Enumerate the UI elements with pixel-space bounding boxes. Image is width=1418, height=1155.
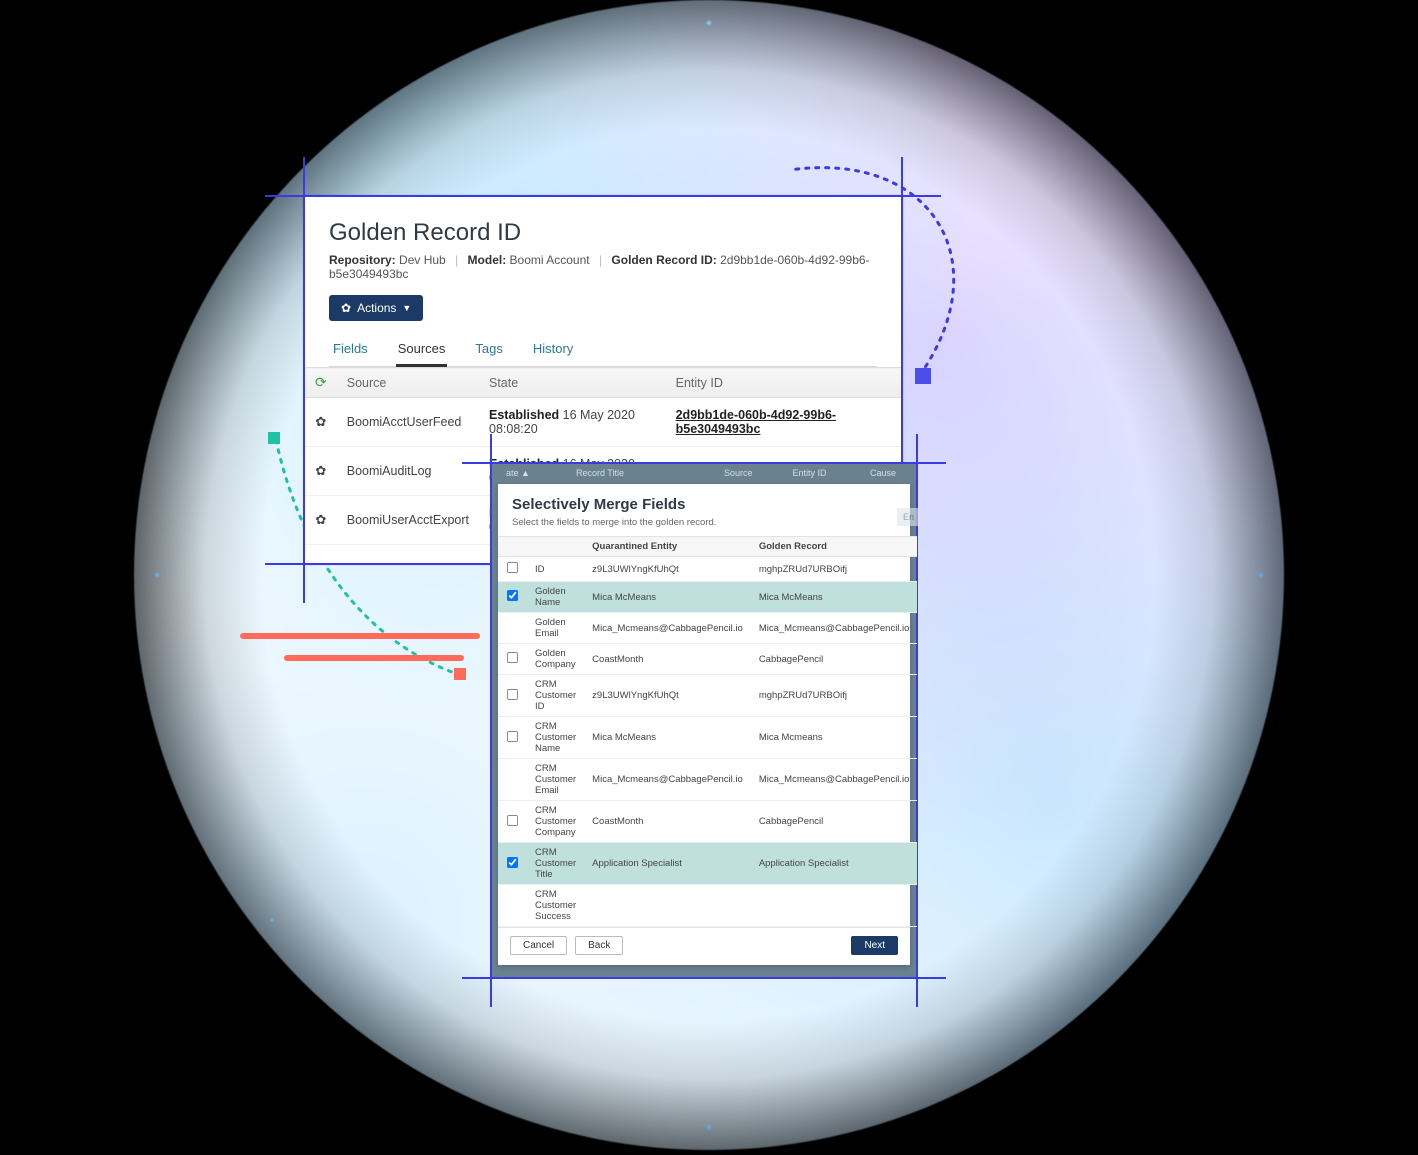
tab-fields[interactable]: Fields: [331, 335, 370, 366]
modal-footer: Cancel Back Next: [498, 927, 910, 965]
bg-entity-fragment: En: [897, 508, 920, 526]
model-value: Boomi Account: [510, 253, 590, 267]
cell-field-label: ID: [527, 557, 584, 582]
cell-source: BoomiUserAcctExport: [337, 496, 479, 545]
actions-label: Actions: [357, 301, 396, 315]
entity-id-link[interactable]: 2d9bb1de-060b-4d92-99b6-b5e3049493bc: [676, 408, 836, 436]
merge-row: Golden EmailMica_Mcmeans@CabbagePencil.i…: [498, 613, 917, 644]
merge-table: Quarantined Entity Golden Record IDz9L3U…: [498, 536, 917, 927]
cell-quarantined: Mica McMeans: [584, 717, 751, 759]
tab-tags[interactable]: Tags: [473, 335, 504, 366]
repo-value: Dev Hub: [399, 253, 446, 267]
cell-golden-record: Mica_Mcmeans@CabbagePencil.io: [751, 613, 918, 644]
tab-sources[interactable]: Sources: [396, 335, 448, 367]
merge-row: Golden NameMica McMeansMica McMeans: [498, 582, 917, 613]
caret-down-icon: ▼: [402, 303, 411, 313]
row-gear-icon[interactable]: ✿: [315, 512, 326, 527]
merge-row: CRM Customer TitleApplication Specialist…: [498, 843, 917, 885]
merge-checkbox[interactable]: [507, 688, 518, 699]
cell-field-label: CRM Customer ID: [527, 675, 584, 717]
cell-golden-record: mghpZRUd7URBOifj: [751, 675, 918, 717]
cancel-button[interactable]: Cancel: [510, 936, 567, 955]
next-button[interactable]: Next: [851, 936, 898, 955]
cell-quarantined: CoastMonth: [584, 801, 751, 843]
cell-field-label: Golden Email: [527, 613, 584, 644]
col-field: [527, 537, 584, 557]
accent-line-1: [240, 633, 480, 639]
cell-quarantined: CoastMonth: [584, 644, 751, 675]
back-button[interactable]: Back: [575, 936, 623, 955]
merge-checkbox[interactable]: [507, 730, 518, 741]
merge-checkbox[interactable]: [507, 590, 518, 601]
merge-checkbox[interactable]: [507, 814, 518, 825]
cell-quarantined: Application Specialist: [584, 843, 751, 885]
marker-coral: [454, 668, 466, 680]
cell-quarantined: Mica McMeans: [584, 582, 751, 613]
refresh-icon[interactable]: ⟳: [315, 374, 327, 390]
cell-field-label: CRM Customer Success: [527, 885, 584, 927]
cell-quarantined: z9L3UWlYngKfUhQt: [584, 675, 751, 717]
cell-golden-record: Mica McMeans: [751, 582, 918, 613]
cell-state: Established 16 May 2020 08:08:20: [479, 398, 666, 447]
merge-row: IDz9L3UWlYngKfUhQtmghpZRUd7URBOifj: [498, 557, 917, 582]
accent-line-2: [284, 655, 464, 661]
cell-quarantined: Mica_Mcmeans@CabbagePencil.io: [584, 613, 751, 644]
marker-blue: [915, 368, 931, 384]
cell-golden-record: Application Specialist: [751, 843, 918, 885]
merge-row: CRM Customer EmailMica_Mcmeans@CabbagePe…: [498, 759, 917, 801]
cell-field-label: CRM Customer Title: [527, 843, 584, 885]
merge-checkbox[interactable]: [507, 856, 518, 867]
cell-field-label: CRM Customer Email: [527, 759, 584, 801]
cell-entity-id: 2d9bb1de-060b-4d92-99b6-b5e3049493bc: [666, 398, 901, 447]
tab-bar: Fields Sources Tags History: [329, 335, 877, 367]
cell-quarantined: z9L3UWlYngKfUhQt: [584, 557, 751, 582]
tab-history[interactable]: History: [531, 335, 575, 366]
cell-golden-record: CabbagePencil: [751, 644, 918, 675]
cell-field-label: CRM Customer Name: [527, 717, 584, 759]
merge-row: CRM Customer Success: [498, 885, 917, 927]
merge-row: CRM Customer IDz9L3UWlYngKfUhQtmghpZRUd7…: [498, 675, 917, 717]
metadata-bar: Repository: Dev Hub | Model: Boomi Accou…: [329, 253, 877, 281]
cell-source: BoomiAcctUserFeed: [337, 398, 479, 447]
modal-title: Selectively Merge Fields: [498, 484, 910, 517]
merge-row: CRM Customer CompanyCoastMonthCabbagePen…: [498, 801, 917, 843]
cell-quarantined: [584, 885, 751, 927]
marker-teal: [268, 432, 280, 444]
col-checkbox: [498, 537, 527, 557]
col-golden-record: Golden Record: [751, 537, 918, 557]
merge-checkbox[interactable]: [507, 562, 518, 573]
grid-label: Golden Record ID:: [611, 253, 716, 267]
cell-golden-record: Mica Mcmeans: [751, 717, 918, 759]
row-gear-icon[interactable]: ✿: [315, 414, 326, 429]
col-state: State: [479, 368, 666, 398]
col-source: Source: [337, 368, 479, 398]
merge-checkbox[interactable]: [507, 652, 518, 663]
cell-golden-record: mghpZRUd7URBOifj: [751, 557, 918, 582]
cell-quarantined: Mica_Mcmeans@CabbagePencil.io: [584, 759, 751, 801]
cell-golden-record: CabbagePencil: [751, 801, 918, 843]
cell-source: BoomiAuditLog: [337, 447, 479, 496]
merge-modal: Selectively Merge Fields Select the fiel…: [498, 484, 910, 965]
gear-icon: ✿: [341, 301, 351, 315]
col-quarantined: Quarantined Entity: [584, 537, 751, 557]
row-gear-icon[interactable]: ✿: [315, 463, 326, 478]
cell-field-label: Golden Company: [527, 644, 584, 675]
page-title: Golden Record ID: [329, 219, 877, 247]
modal-subtitle: Select the fields to merge into the gold…: [498, 517, 910, 536]
col-entity-id: Entity ID: [666, 368, 901, 398]
merge-row: Golden CompanyCoastMonthCabbagePencil: [498, 644, 917, 675]
merge-row: CRM Customer NameMica McMeansMica Mcmean…: [498, 717, 917, 759]
merge-fields-panel: ate ▲ Record Title Source Entity ID Caus…: [490, 462, 918, 979]
cell-field-label: Golden Name: [527, 582, 584, 613]
actions-button[interactable]: ✿ Actions ▼: [329, 295, 423, 321]
cell-golden-record: Mica_Mcmeans@CabbagePencil.io: [751, 759, 918, 801]
table-row: ✿ BoomiAcctUserFeedEstablished 16 May 202…: [305, 398, 901, 447]
cell-golden-record: [751, 885, 918, 927]
cell-field-label: CRM Customer Company: [527, 801, 584, 843]
repo-label: Repository:: [329, 253, 396, 267]
model-label: Model:: [468, 253, 507, 267]
background-header: ate ▲ Record Title Source Entity ID Caus…: [492, 464, 916, 484]
